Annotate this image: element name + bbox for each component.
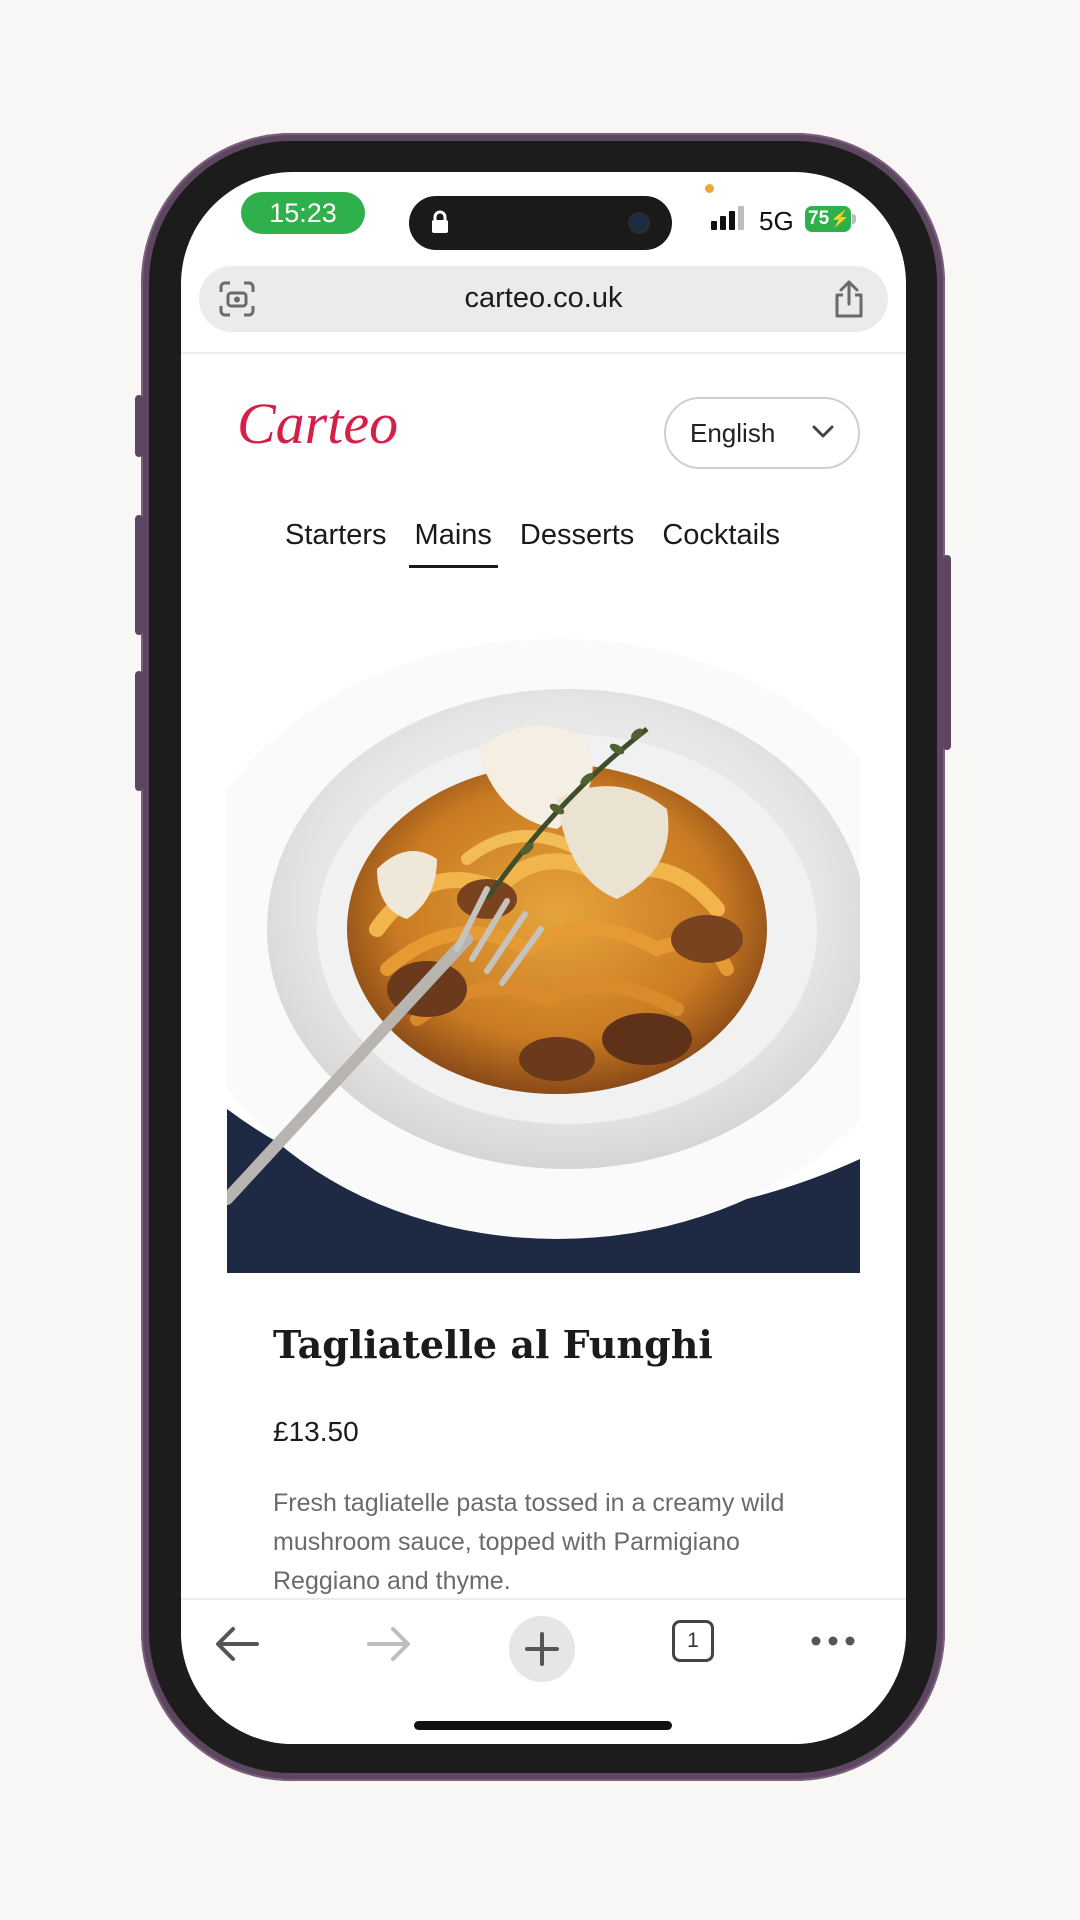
dish-price: £13.50 [273,1416,359,1447]
phone-screen: 15:23 5G 75 ⚡ carteo.co.uk Carteo Englis… [181,172,906,1744]
battery-icon: 75 ⚡ [805,206,851,232]
tab-cocktails[interactable]: Cocktails [648,519,794,566]
action-button [135,395,143,457]
dynamic-island [409,196,672,250]
tab-mains[interactable]: Mains [401,519,506,568]
site-logo[interactable]: Carteo [237,390,398,457]
language-label: English [690,417,776,448]
tabs-icon: 1 [672,1620,714,1662]
url-text[interactable]: carteo.co.uk [199,282,888,315]
category-tabs: Starters Mains Desserts Cocktails [271,519,794,568]
tab-desserts[interactable]: Desserts [506,519,648,566]
camera-icon [628,212,650,234]
power-button [943,555,951,750]
signal-icon [711,206,744,230]
share-icon[interactable] [832,279,866,319]
dish-illustration [227,639,860,1273]
header-divider [181,352,906,354]
forward-button[interactable] [367,1626,411,1662]
tab-count: 1 [687,1629,699,1652]
volume-up-button [135,515,143,635]
dish-name: Tagliatelle al Funghi [273,1322,713,1367]
language-selector[interactable]: English [664,397,860,469]
battery-tip [852,214,856,224]
network-type: 5G [759,206,794,236]
home-indicator[interactable] [414,1721,672,1730]
tabs-button[interactable]: 1 [672,1620,714,1662]
back-arrow-icon [216,1627,259,1661]
new-tab-button[interactable] [509,1616,575,1682]
charging-bolt-icon: ⚡ [830,211,851,228]
back-button[interactable] [215,1626,259,1662]
address-bar[interactable]: carteo.co.uk [199,266,888,332]
dish-photo [227,639,860,1273]
dish-description: Fresh tagliatelle pasta tossed in a crea… [273,1489,785,1595]
forward-arrow-icon [367,1627,410,1661]
tab-starters[interactable]: Starters [271,519,401,566]
more-dots-icon [811,1636,855,1646]
chevron-down-icon [812,425,834,438]
more-button[interactable] [811,1636,855,1646]
status-time[interactable]: 15:23 [241,192,365,234]
volume-down-button [135,671,143,791]
plus-icon [525,1632,559,1666]
battery-level: 75 [808,208,830,229]
privacy-indicator [705,184,714,193]
lock-icon [432,210,448,233]
